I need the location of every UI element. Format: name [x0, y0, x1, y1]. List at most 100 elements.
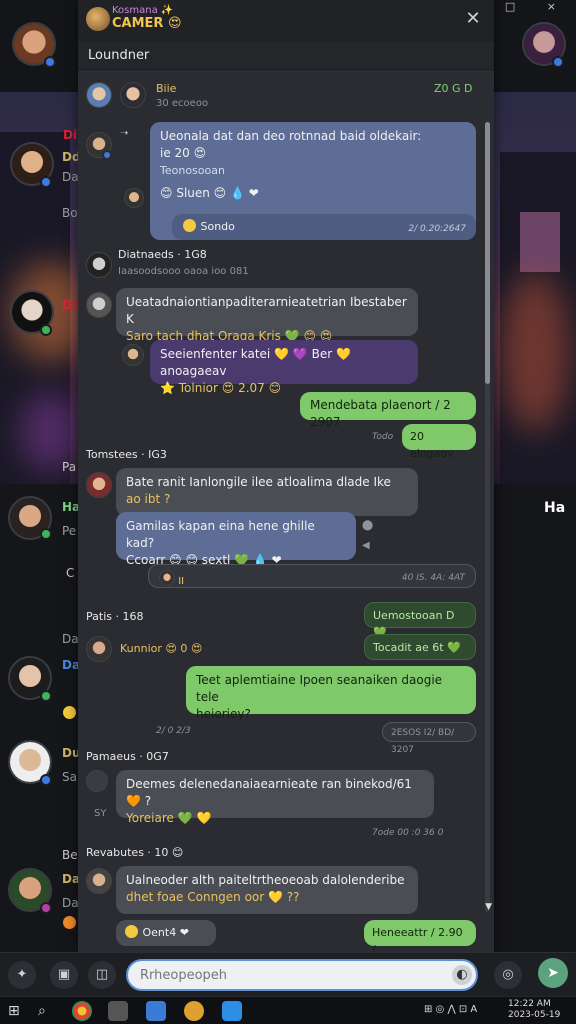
- message-text: ie 20 😍: [160, 146, 207, 160]
- emoji-icon: [63, 706, 76, 719]
- avatar[interactable]: [122, 344, 144, 366]
- channel-title: Loundner: [88, 48, 150, 63]
- reply-icon[interactable]: [86, 770, 108, 792]
- clock-time[interactable]: 12:22 AM: [508, 999, 551, 1009]
- message-input[interactable]: [126, 959, 478, 991]
- avatar[interactable]: [86, 252, 112, 278]
- message-text: Oent4 ❤: [142, 926, 189, 939]
- message-bubble[interactable]: Oent4 ❤: [116, 920, 216, 946]
- message-time: 7ode 00 :0 36 0: [372, 828, 444, 838]
- browser-icon[interactable]: [72, 1001, 92, 1021]
- peek-label: Bo: [62, 206, 78, 220]
- send-icon[interactable]: ➤: [538, 958, 568, 988]
- app-title: Kosmana ✨: [112, 5, 174, 16]
- message-bubble[interactable]: Mendebata plaenort / 2 2907: [300, 392, 476, 429]
- app-icon[interactable]: [108, 1001, 128, 1021]
- message-bubble[interactable]: Gamilas kapan eina hene ghille kad? Ccoa…: [116, 512, 356, 567]
- message-bubble[interactable]: Heneeattr / 2.90 /: [364, 920, 476, 952]
- message-time: 2/ 0 2/3: [156, 726, 191, 736]
- avatar[interactable]: [86, 868, 112, 894]
- message-text: Tocadit ae 6t 💚: [373, 641, 461, 654]
- mail-icon[interactable]: [222, 1001, 242, 1021]
- message-bubble[interactable]: 20 elogaov: [402, 424, 476, 460]
- reply-preview[interactable]: Sondo 2/ 0.20:2647: [172, 214, 476, 240]
- reply-time: 2/ 0.20:2647: [408, 224, 466, 234]
- attachment-icon[interactable]: ▣: [50, 961, 78, 989]
- peek-label: Pa: [62, 460, 77, 474]
- sender-name[interactable]: Diatnaeds · 1G8: [118, 248, 207, 261]
- avatar[interactable]: [86, 292, 112, 318]
- app-icon[interactable]: [184, 1001, 204, 1021]
- message-text: Seeienfenter katei 💛 💜 Ber 💛 anoagaeav: [160, 347, 351, 378]
- message-text: Ueatadnaiontianpaditerarnieatetrian Ibes…: [126, 295, 407, 326]
- avatar[interactable]: [86, 472, 112, 498]
- reply-label: SY: [94, 808, 107, 819]
- message-bubble[interactable]: Tocadit ae 6t 💚: [364, 634, 476, 660]
- scrollbar[interactable]: [485, 122, 490, 912]
- reply-text: II: [178, 576, 185, 587]
- message-meta: 30 ecoeoo: [156, 98, 209, 109]
- status-badge: [552, 56, 564, 68]
- peek-label: Be: [62, 848, 78, 862]
- status-badge: [40, 176, 52, 188]
- emoji-icon: [63, 916, 76, 929]
- message-bubble[interactable]: Deemes delenedanaiaearnieate ran binekod…: [116, 770, 434, 825]
- search-icon[interactable]: ⌕: [38, 1001, 58, 1021]
- scrollbar-thumb[interactable]: [485, 122, 490, 384]
- message-list[interactable]: Biie 30 ecoeoo Z0 G D ➝ Ueonala dat dan …: [78, 70, 494, 952]
- message-bubble[interactable]: Bate ranit Ianlongile ilee atloalima dla…: [116, 468, 418, 516]
- status-badge: [102, 150, 112, 160]
- message-bubble[interactable]: Ueatadnaiontianpaditerarnieatetrian Ibes…: [116, 288, 418, 343]
- peek-label: Sa: [62, 770, 77, 784]
- avatar[interactable]: [86, 636, 112, 662]
- reply-text: Sondo: [200, 220, 235, 233]
- avatar[interactable]: [120, 82, 146, 108]
- message-text: Ualneoder alth paiteltrtheoeoab dalolend…: [126, 873, 405, 887]
- attach-icon[interactable]: ⬤: [362, 520, 373, 531]
- message-text: Kunnior 😍 0 😍: [120, 642, 203, 655]
- reply-preview[interactable]: II 40 IS. 4A: 4AT: [148, 564, 476, 588]
- panel-header: Kosmana ✨ CAMER 😍 ✕: [78, 0, 494, 42]
- avatar[interactable]: [86, 82, 112, 108]
- sender-name[interactable]: Tomstees · IG3: [86, 448, 167, 461]
- peek-label: C: [66, 566, 75, 580]
- message-bubble[interactable]: Seeienfenter katei 💛 💜 Ber 💛 anoagaeav ⭐…: [150, 340, 418, 395]
- message-meta: Iaasoodsooo oaoa ioo 081: [118, 266, 249, 277]
- emoji-picker-icon[interactable]: ◐: [452, 965, 472, 985]
- chat-panel: Kosmana ✨ CAMER 😍 ✕ Loundner Biie 30 eco…: [78, 0, 494, 952]
- close-icon[interactable]: ✕: [462, 8, 484, 30]
- peek-label: Di: [63, 128, 78, 142]
- message-text: Gamilas kapan eina hene ghille kad?: [126, 519, 315, 550]
- sender-name[interactable]: Revabutes · 10 😊: [86, 846, 183, 859]
- compass-icon[interactable]: ✦: [8, 961, 36, 989]
- sender-name[interactable]: Pamaeus · 0G7: [86, 750, 169, 763]
- peek-label: Ha: [544, 500, 566, 516]
- peek-label: Pe: [62, 524, 77, 538]
- message-time: Z0 G D: [434, 82, 473, 95]
- status-badge: [40, 528, 52, 540]
- message-time: Todo: [372, 432, 394, 442]
- status-badge: [40, 324, 52, 336]
- message-text: Teet aplemtiaine Ipoen seanaiken daogie …: [196, 673, 443, 704]
- sender-name[interactable]: Biie: [156, 82, 176, 95]
- message-text: heieriey?: [196, 707, 251, 721]
- start-icon[interactable]: ⊞: [8, 1001, 28, 1021]
- system-tray[interactable]: ⊞ ◎ ⋀ ⊡ A: [424, 1004, 477, 1015]
- clock-date[interactable]: 2023-05-19: [508, 1010, 560, 1020]
- app-logo-icon: [86, 7, 110, 31]
- message-bubble[interactable]: Ualneoder alth paiteltrtheoeoab dalolend…: [116, 866, 418, 914]
- message-text: Ueonala dat dan deo rotnnad baid oldekai…: [160, 129, 422, 143]
- sender-name[interactable]: Patis · 168: [86, 610, 143, 623]
- mic-icon[interactable]: ◎: [494, 961, 522, 989]
- scroll-down-icon[interactable]: ▼: [485, 902, 492, 912]
- avatar[interactable]: [124, 188, 144, 208]
- peek-label: Da: [62, 170, 79, 184]
- reply-time: 40 IS. 4A: 4AT: [401, 573, 465, 583]
- message-bubble[interactable]: Teet aplemtiaine Ipoen seanaiken daogie …: [186, 666, 476, 721]
- reaction-row[interactable]: 😊 Sluen 😊 💧 ❤: [160, 185, 466, 202]
- app-subtitle: CAMER 😍: [112, 16, 182, 31]
- message-bubble[interactable]: Uemostooan D 💚: [364, 602, 476, 639]
- image-icon[interactable]: ◫: [88, 961, 116, 989]
- store-icon[interactable]: [146, 1001, 166, 1021]
- more-icon[interactable]: ◀: [362, 540, 370, 551]
